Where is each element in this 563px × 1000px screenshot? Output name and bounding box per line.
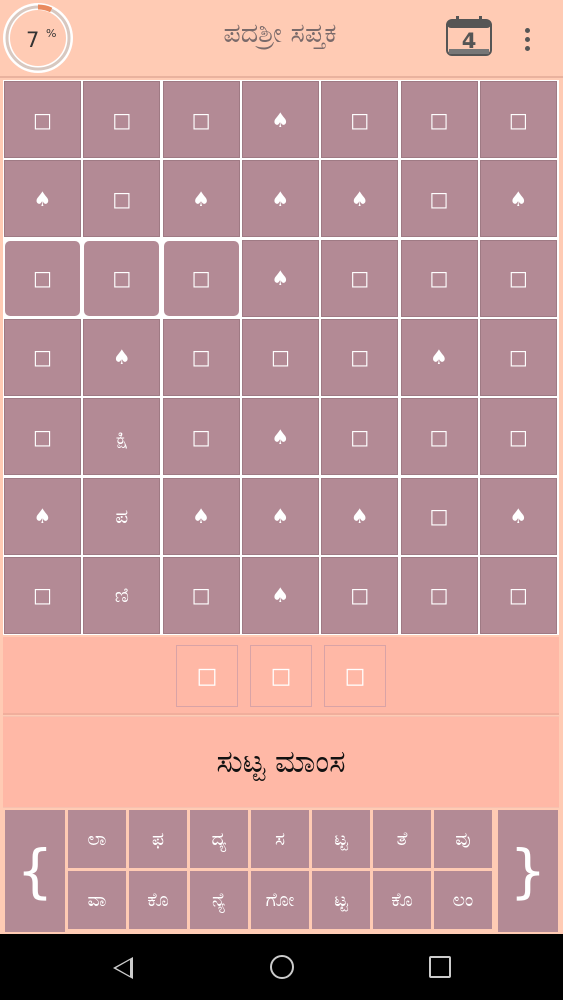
grid-cell[interactable]: ಣಿ [83,556,161,634]
answer-slot[interactable]: □ [176,645,238,707]
letter-keyboard: { } ಲಾ ಫ ದ್ಯ ಸ ಟ್ಟ ತೆ ವು ವಾ ಕೊ ನ್ಯೆ ಗೋ ಟ್ಟ ಕೊ ಲಂ [3,808,559,932]
grid-cell[interactable]: □ [479,556,557,634]
grid-cell[interactable]: ♠ [4,477,81,555]
grid-cell[interactable]: ♠ [479,477,557,555]
letter-key[interactable]: ಟ್ಟ [312,810,370,868]
grid-cell[interactable]: □ [4,81,81,158]
scroll-right-button[interactable]: } [498,810,558,932]
letter-key[interactable]: ಲಾ [68,810,126,868]
calendar-button[interactable]: 4 [445,15,493,57]
grid-cell[interactable]: □ [479,81,557,158]
puzzle-grid: □ □ □ ♠ □ □ □ ♠ □ ♠ ♠ ♠ □ ♠ □ □ □ ♠ □ □ □ □ ♠ □ □ □ ♠ □ □ ಕ್ಷಿ □ ♠ □ □ □ ♠ ಪ… [3,80,559,635]
grid-cell[interactable]: ♠ [241,398,319,476]
grid-cell[interactable]: ♠ [321,477,399,555]
letter-key[interactable]: ನ್ಯೆ [190,871,248,929]
grid-cell[interactable]: ♠ [479,160,557,238]
answer-strip: □ □ □ [3,637,559,715]
grid-cell[interactable]: □ [241,318,319,396]
grid-cell[interactable]: ಕ್ಷಿ [83,398,161,476]
progress-unit: % [46,27,57,40]
letter-key[interactable]: ಫ [129,810,187,868]
grid-cell[interactable]: ♠ [241,239,319,317]
letter-key[interactable]: ವಾ [68,871,126,929]
overflow-menu-icon[interactable] [517,28,537,54]
letter-key[interactable]: ಸ [251,810,309,868]
letter-key[interactable]: ಗೋ [251,871,309,929]
grid-cell[interactable]: □ [162,398,240,476]
grid-cell[interactable]: ♠ [162,160,240,238]
grid-cell[interactable]: ಪ [83,477,161,555]
scroll-left-button[interactable]: { [5,810,65,932]
calendar-day: 4 [461,29,477,53]
grid-cell[interactable]: ♠ [321,160,399,238]
grid-cell[interactable]: □ [400,477,478,555]
progress-indicator[interactable]: 7 % [3,3,73,73]
grid-cell[interactable]: □ [479,239,557,317]
grid-cell[interactable]: ♠ [83,318,161,396]
letter-key[interactable]: ವು [434,810,492,868]
back-icon[interactable] [113,957,133,979]
letter-key[interactable]: ಟ್ಟ [312,871,370,929]
grid-cell[interactable]: ♠ [241,556,319,634]
grid-cell[interactable]: ♠ [241,477,319,555]
clue-panel: ಸುಟ್ಟ ಮಾಂಸ [3,716,559,808]
app-title: ಪದಶ್ರೀ ಸಪ್ತಕ [223,18,337,49]
grid-cell[interactable]: □ [162,239,240,317]
grid-cell[interactable]: □ [4,398,81,476]
letter-key[interactable]: ಕೊ [129,871,187,929]
grid-cell[interactable]: □ [321,239,399,317]
grid-cell[interactable]: ♠ [241,160,319,238]
grid-cell[interactable]: □ [321,398,399,476]
progress-value: 7 [26,28,40,52]
letter-key[interactable]: ದ್ಯ [190,810,248,868]
grid-cell[interactable]: ♠ [241,81,319,158]
grid-cell[interactable]: □ [4,318,81,396]
grid-cell[interactable]: □ [400,556,478,634]
grid-cell[interactable]: ♠ [4,160,81,238]
grid-cell[interactable]: □ [400,81,478,158]
grid-cell[interactable]: □ [162,81,240,158]
grid-cell[interactable]: □ [321,318,399,396]
answer-slot[interactable]: □ [250,645,312,707]
letter-key[interactable]: ಲಂ [434,871,492,929]
grid-cell[interactable]: □ [479,398,557,476]
grid-cell[interactable]: □ [4,239,81,317]
grid-cell[interactable]: □ [83,81,161,158]
top-bar: 7 % ಪದಶ್ರೀ ಸಪ್ತಕ 4 [0,0,563,78]
grid-cell[interactable]: ♠ [400,318,478,396]
grid-cell[interactable]: □ [321,81,399,158]
clue-text: ಸುಟ್ಟ ಮಾಂಸ [216,744,346,780]
letter-key[interactable]: ತೆ [373,810,431,868]
grid-cell[interactable]: □ [479,318,557,396]
grid-cell[interactable]: □ [4,556,81,634]
grid-cell[interactable]: □ [400,398,478,476]
grid-cell[interactable]: □ [162,556,240,634]
grid-cell[interactable]: □ [321,556,399,634]
grid-cell[interactable]: □ [400,160,478,238]
letter-key[interactable]: ಕೊ [373,871,431,929]
grid-cell[interactable]: □ [83,239,161,317]
home-icon[interactable] [270,955,294,979]
recents-icon[interactable] [429,956,451,978]
grid-cell[interactable]: □ [162,318,240,396]
grid-cell[interactable]: □ [83,160,161,238]
answer-slot[interactable]: □ [324,645,386,707]
grid-cell[interactable]: □ [400,239,478,317]
system-nav-bar [0,934,563,1000]
grid-cell[interactable]: ♠ [162,477,240,555]
